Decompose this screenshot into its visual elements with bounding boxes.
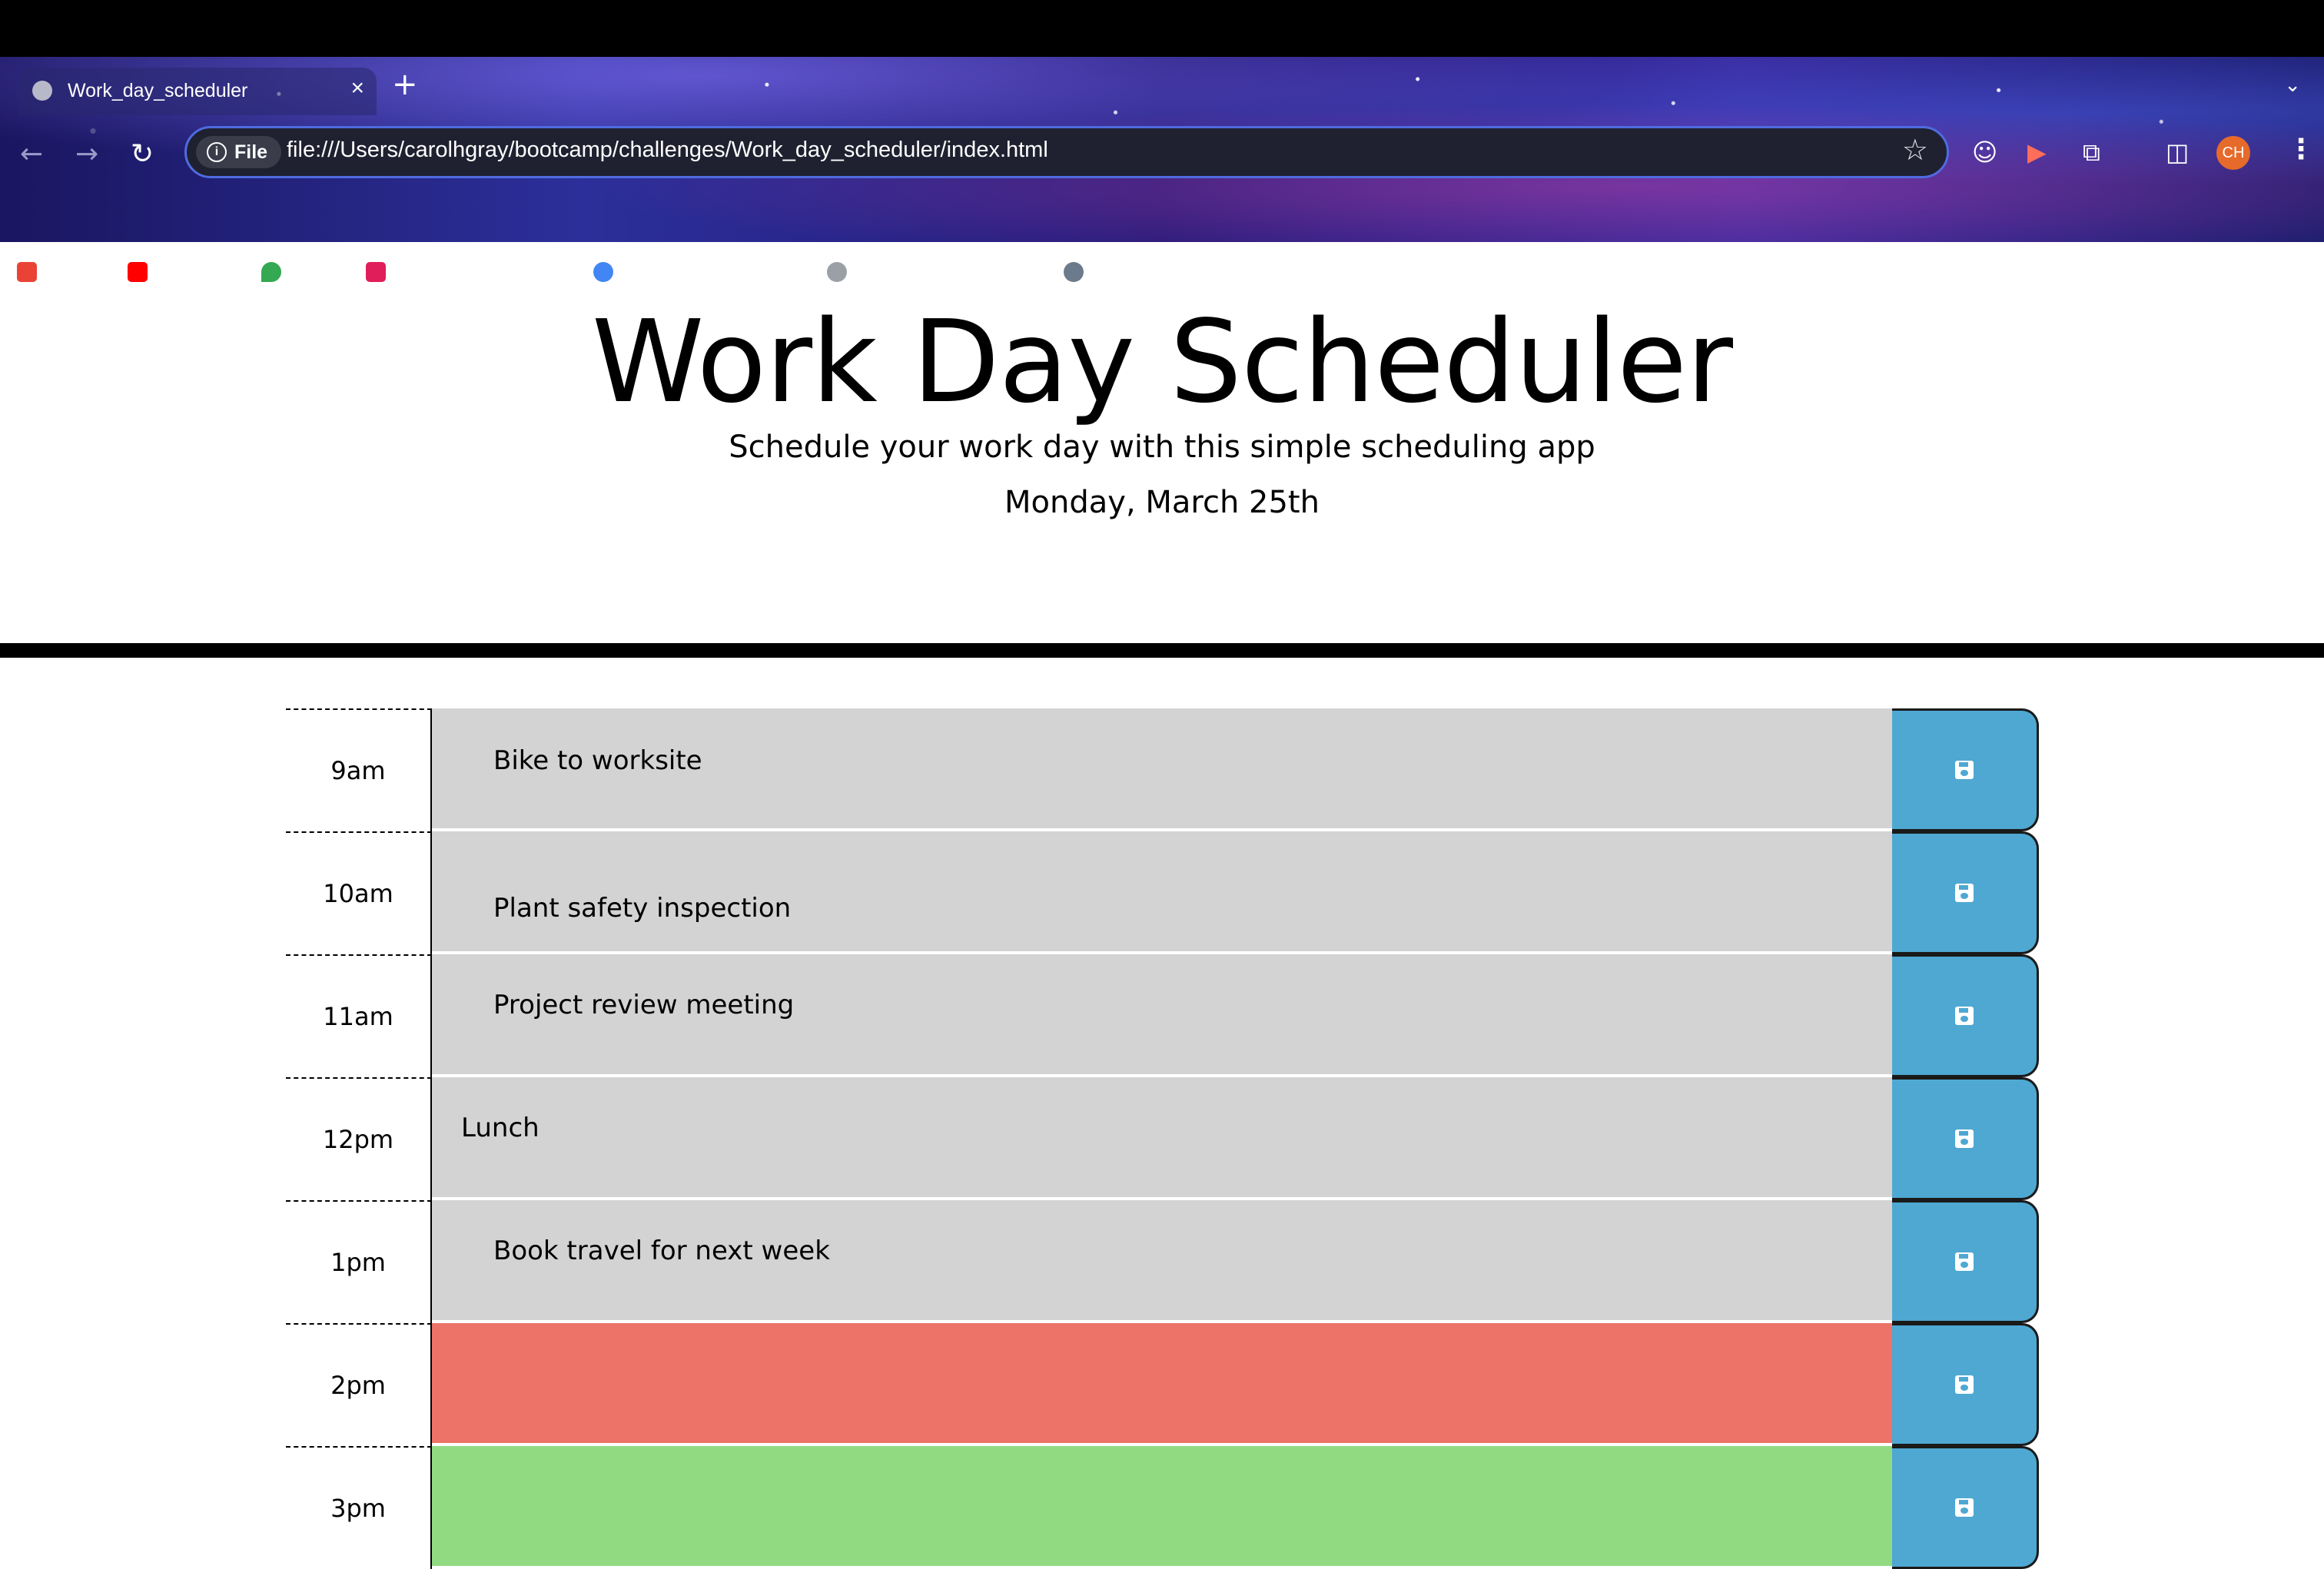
- time-block-2pm: 2pm: [286, 1323, 2039, 1446]
- time-block-3pm: 3pm: [286, 1446, 2039, 1569]
- browser-tab[interactable]: Work_day_scheduler ×: [18, 68, 377, 115]
- header-divider: [0, 643, 2324, 658]
- event-textarea[interactable]: Bike to worksite: [432, 708, 1892, 830]
- back-arrow-icon[interactable]: ←: [20, 139, 43, 170]
- page-subtitle: Schedule your work day with this simple …: [729, 430, 1595, 465]
- extension-icon[interactable]: ☺: [1972, 137, 1997, 168]
- event-textarea[interactable]: Book travel for next week: [432, 1200, 1892, 1322]
- hour-label: 12pm: [286, 1077, 432, 1200]
- floppy-disk-icon: [1955, 761, 1974, 779]
- current-date: Monday, March 25th: [1004, 485, 1320, 520]
- floppy-disk-icon: [1955, 1498, 1974, 1517]
- site-info-chip[interactable]: i File: [196, 136, 282, 168]
- event-text: Bike to worksite: [493, 745, 702, 776]
- tab-list-chevron-icon[interactable]: ⌄: [2284, 74, 2301, 97]
- profile-avatar[interactable]: CH: [2216, 136, 2250, 170]
- info-icon: i: [207, 142, 227, 162]
- hour-label: 1pm: [286, 1200, 432, 1323]
- event-textarea[interactable]: [432, 1446, 1892, 1567]
- reload-icon[interactable]: ↻: [131, 139, 154, 170]
- side-panel-icon[interactable]: ◫: [2166, 137, 2189, 168]
- event-text: Lunch: [461, 1113, 540, 1143]
- extensions-puzzle-icon[interactable]: ⧉: [2083, 137, 2100, 168]
- page-title: Work Day Scheduler: [591, 296, 1733, 428]
- page-header: Work Day Scheduler Schedule your work da…: [0, 242, 2324, 643]
- event-textarea[interactable]: Plant safety inspection: [432, 831, 1892, 953]
- floppy-disk-icon: [1955, 1375, 1974, 1394]
- site-info-label: File: [234, 141, 268, 163]
- time-block-9am: 9am Bike to worksite: [286, 708, 2039, 831]
- hour-label: 2pm: [286, 1323, 432, 1446]
- floppy-disk-icon: [1955, 1007, 1974, 1025]
- event-textarea[interactable]: Lunch: [432, 1077, 1892, 1199]
- time-block-10am: 10am Plant safety inspection: [286, 831, 2039, 954]
- tab-title: Work_day_scheduler: [68, 80, 248, 101]
- browser-chrome: Work_day_scheduler × + ⌄ ← → ↻ i File fi…: [0, 57, 2324, 282]
- tab-favicon-icon: [32, 81, 52, 101]
- event-textarea[interactable]: Project review meeting: [432, 954, 1892, 1076]
- event-textarea[interactable]: [432, 1323, 1892, 1445]
- new-tab-button[interactable]: +: [392, 69, 418, 100]
- floppy-disk-icon: [1955, 884, 1974, 902]
- address-bar[interactable]: i File file:///Users/carolhgray/bootcamp…: [184, 126, 1949, 178]
- save-button[interactable]: [1892, 708, 2039, 831]
- schedule-container: 9am Bike to worksite 10am Plant safety i…: [286, 708, 2039, 1569]
- time-block-11am: 11am Project review meeting: [286, 954, 2039, 1077]
- event-text: Book travel for next week: [493, 1236, 830, 1266]
- event-text: Project review meeting: [493, 990, 795, 1020]
- url-text[interactable]: file:///Users/carolhgray/bootcamp/challe…: [287, 138, 1048, 163]
- browser-menu-icon[interactable]: ⋮: [2287, 134, 2315, 165]
- save-button[interactable]: [1892, 1077, 2039, 1200]
- save-button[interactable]: [1892, 831, 2039, 954]
- save-button[interactable]: [1892, 954, 2039, 1077]
- hour-label: 3pm: [286, 1446, 432, 1569]
- forward-arrow-icon[interactable]: →: [75, 139, 98, 170]
- top-black-bar: [0, 0, 2324, 57]
- save-button[interactable]: [1892, 1446, 2039, 1569]
- bookmark-star-icon[interactable]: ☆: [1902, 133, 1928, 167]
- save-button[interactable]: [1892, 1323, 2039, 1446]
- time-block-12pm: 12pm Lunch: [286, 1077, 2039, 1200]
- save-button[interactable]: [1892, 1200, 2039, 1323]
- floppy-disk-icon: [1955, 1252, 1974, 1271]
- close-tab-icon[interactable]: ×: [350, 75, 364, 101]
- extension-record-icon[interactable]: ▶: [2027, 137, 2047, 168]
- hour-label: 10am: [286, 831, 432, 954]
- hour-label: 11am: [286, 954, 432, 1077]
- floppy-disk-icon: [1955, 1129, 1974, 1148]
- hour-label: 9am: [286, 708, 432, 831]
- event-text: Plant safety inspection: [493, 893, 792, 924]
- time-block-1pm: 1pm Book travel for next week: [286, 1200, 2039, 1323]
